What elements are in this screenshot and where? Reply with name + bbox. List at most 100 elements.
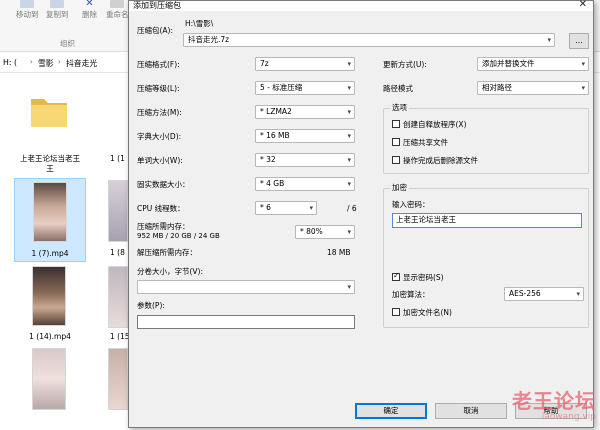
shared-files-checkbox[interactable]: 压缩共享文件 bbox=[392, 138, 448, 148]
chevron-down-icon: ▾ bbox=[347, 180, 351, 188]
folder-icon bbox=[31, 99, 67, 127]
video-thumbnail bbox=[108, 180, 128, 242]
copy-icon bbox=[50, 0, 65, 8]
params-label: 参数(P): bbox=[137, 301, 165, 310]
checkbox-icon bbox=[392, 308, 400, 316]
cpu-select[interactable]: * 6 ▾ bbox=[255, 201, 317, 215]
ok-button[interactable]: 确定 bbox=[355, 403, 427, 419]
dict-select[interactable]: * 16 MB ▾ bbox=[255, 129, 355, 143]
watermark: 老王论坛 laowang.vip bbox=[512, 385, 596, 422]
archive-path: H:\雪影\ bbox=[185, 19, 214, 28]
close-icon[interactable]: ✕ bbox=[579, 0, 587, 10]
breadcrumb-separator-icon: › bbox=[58, 58, 61, 66]
video-thumbnail bbox=[33, 182, 67, 242]
file-name: 1 (7).mp4 bbox=[31, 249, 69, 258]
rename-icon bbox=[110, 0, 125, 8]
archive-name-combobox[interactable]: 抖音走光.7z ▾ bbox=[183, 33, 555, 47]
file-name-partial[interactable]: 1 (1 bbox=[110, 154, 130, 164]
encryption-title: 加密 bbox=[390, 183, 409, 193]
method-label: 压缩方法(M): bbox=[137, 108, 182, 117]
ribbon-group-label: 组织 bbox=[60, 39, 75, 48]
show-password-checkbox[interactable]: 显示密码(S) bbox=[392, 271, 444, 283]
watermark-main: 老王论坛 bbox=[512, 389, 596, 413]
chevron-down-icon: ▾ bbox=[347, 283, 351, 291]
options-group: 选项 创建自释放程序(X) 压缩共享文件 操作完成后删除源文件 bbox=[383, 103, 589, 174]
video-thumbnail bbox=[32, 348, 66, 410]
mem-select[interactable]: * 80% ▾ bbox=[295, 225, 355, 239]
word-select[interactable]: * 32 ▾ bbox=[255, 153, 355, 167]
options-title: 选项 bbox=[390, 103, 409, 113]
file-name[interactable]: 1 (14).mp4 bbox=[14, 332, 86, 342]
update-label: 更新方式(U): bbox=[383, 60, 427, 69]
dialog-title: 添加到压缩包 bbox=[133, 1, 181, 10]
enc-method-label: 加密算法： bbox=[392, 290, 430, 299]
checkbox-checked-icon bbox=[392, 271, 400, 281]
delete-after-checkbox[interactable]: 操作完成后删除源文件 bbox=[392, 156, 478, 166]
format-label: 压缩格式(F): bbox=[137, 60, 180, 69]
dict-label: 字典大小(D): bbox=[137, 132, 182, 141]
video-thumbnail bbox=[108, 348, 128, 410]
chevron-down-icon: ▾ bbox=[581, 84, 585, 92]
chevron-down-icon: ▾ bbox=[347, 108, 351, 116]
method-select[interactable]: * LZMA2 ▾ bbox=[255, 105, 355, 119]
breadcrumb-folder[interactable]: 雪影 bbox=[38, 58, 54, 69]
add-to-archive-dialog: 添加到压缩包 ✕ 压缩包(A): H:\雪影\ 抖音走光.7z ▾ ... 压缩… bbox=[128, 0, 594, 428]
mem-detail: 952 MB / 20 GB / 24 GB bbox=[137, 232, 220, 240]
path-mode-label: 路径模式 bbox=[383, 84, 413, 93]
archive-label: 压缩包(A): bbox=[137, 26, 174, 35]
split-combobox[interactable]: ▾ bbox=[137, 280, 355, 294]
chevron-down-icon: ▾ bbox=[547, 36, 551, 44]
password-input[interactable]: 上老王论坛当老王 bbox=[392, 213, 582, 228]
file-name-partial[interactable]: 1 (8 bbox=[110, 248, 130, 258]
drive-hint: ( bbox=[14, 58, 18, 67]
chevron-down-icon: ▾ bbox=[347, 84, 351, 92]
delete-button[interactable]: ✕ 删除 bbox=[82, 0, 97, 30]
sfx-checkbox[interactable]: 创建自释放程序(X) bbox=[392, 120, 467, 130]
decomp-label: 解压缩所需内存： bbox=[137, 248, 197, 257]
solid-select[interactable]: * 4 GB ▾ bbox=[255, 177, 355, 191]
cpu-label: CPU 线程数： bbox=[137, 204, 185, 213]
chevron-down-icon: ▾ bbox=[347, 132, 351, 140]
breadcrumb-drive[interactable]: H: bbox=[3, 58, 12, 67]
breadcrumb-current[interactable]: 抖音走光 bbox=[66, 58, 97, 69]
chevron-down-icon: ▾ bbox=[576, 290, 580, 298]
dialog-titlebar[interactable]: 添加到压缩包 ✕ bbox=[129, 0, 593, 11]
encryption-group: 加密 输入密码： 上老王论坛当老王 显示密码(S) 加密算法： AES-256▾… bbox=[383, 183, 589, 328]
update-select[interactable]: 添加并替换文件 ▾ bbox=[477, 57, 589, 71]
video-thumbnail bbox=[32, 266, 66, 326]
cpu-total: / 6 bbox=[347, 204, 357, 213]
video-thumbnail bbox=[108, 266, 128, 328]
checkbox-icon bbox=[392, 120, 400, 128]
file-item-selected[interactable]: 1 (7).mp4 bbox=[14, 178, 86, 262]
delete-icon: ✕ bbox=[85, 0, 94, 9]
file-item-folder[interactable]: 上老王论坛当老王 王 bbox=[14, 88, 86, 178]
cancel-button[interactable]: 取消 bbox=[435, 403, 507, 419]
chevron-down-icon: ▾ bbox=[309, 204, 313, 212]
params-input[interactable] bbox=[137, 315, 355, 329]
copy-to-button[interactable]: 复制到 bbox=[46, 0, 69, 30]
decomp-value: 18 MB bbox=[327, 248, 351, 257]
level-select[interactable]: 5 - 标准压缩 ▾ bbox=[255, 81, 355, 95]
file-name-wrap: 王 bbox=[46, 164, 54, 173]
browse-button[interactable]: ... bbox=[569, 33, 589, 49]
breadcrumb-separator-icon: › bbox=[30, 58, 33, 66]
chevron-down-icon: ▾ bbox=[581, 60, 585, 68]
archive-name-value: 抖音走光.7z bbox=[188, 35, 230, 44]
file-name: 上老王论坛当老王 bbox=[20, 154, 80, 163]
file-name-partial[interactable]: 1 (15 bbox=[110, 332, 130, 342]
rename-button[interactable]: 重命名 bbox=[106, 0, 129, 30]
enc-method-select[interactable]: AES-256 ▾ bbox=[504, 287, 584, 301]
format-select[interactable]: 7z ▾ bbox=[255, 57, 355, 71]
level-label: 压缩等级(L): bbox=[137, 84, 180, 93]
encrypt-names-checkbox[interactable]: 加密文件名(N) bbox=[392, 308, 452, 318]
password-label: 输入密码： bbox=[392, 200, 430, 209]
move-icon bbox=[20, 0, 35, 8]
checkbox-icon bbox=[392, 156, 400, 164]
solid-label: 固实数据大小： bbox=[137, 180, 190, 189]
chevron-down-icon: ▾ bbox=[347, 228, 351, 236]
path-mode-select[interactable]: 相对路径 ▾ bbox=[477, 81, 589, 95]
chevron-down-icon: ▾ bbox=[347, 60, 351, 68]
split-label: 分卷大小，字节(V): bbox=[137, 267, 204, 276]
chevron-down-icon: ▾ bbox=[347, 156, 351, 164]
move-to-button[interactable]: 移动到 bbox=[16, 0, 39, 30]
